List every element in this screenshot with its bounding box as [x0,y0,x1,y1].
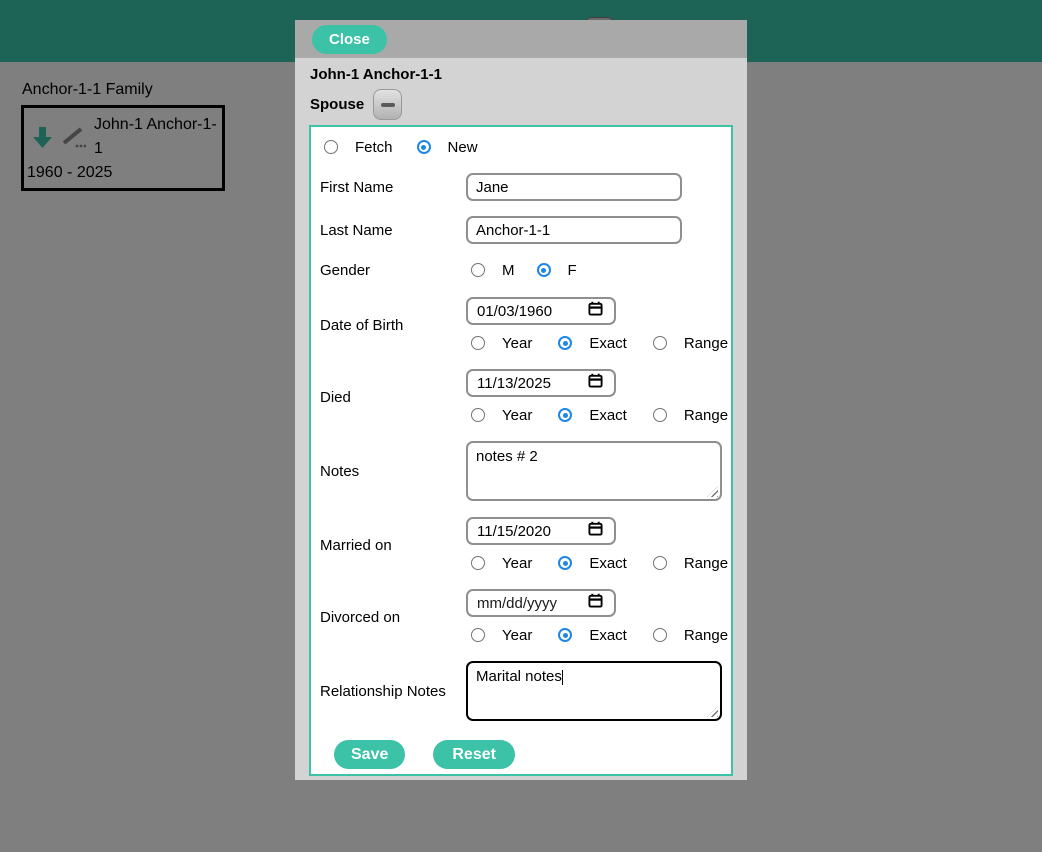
new-radio[interactable] [417,140,431,154]
died-exact-radio[interactable] [558,408,572,422]
calendar-icon[interactable] [588,301,603,321]
married-exact-radio[interactable] [558,556,572,570]
divorced-range-radio[interactable] [653,628,667,642]
divorced-exact-radio[interactable] [558,628,572,642]
gender-radio-group: M F [471,260,603,280]
divorced-on-date-input[interactable]: mm/dd/yyyy [466,589,616,617]
spouse-modal: Close John-1 Anchor-1-1 Spouse Fetch New… [295,20,747,780]
resize-handle-icon[interactable] [707,706,718,717]
collapse-minus-button[interactable] [373,89,402,120]
modal-headings: John-1 Anchor-1-1 Spouse [295,58,747,122]
date-of-birth-label: Date of Birth [320,297,466,353]
calendar-icon[interactable] [588,373,603,393]
fetch-radio[interactable] [324,140,338,154]
date-placeholder: mm/dd/yyyy [477,595,557,612]
dob-precision-group: Year Exact Range [471,333,728,353]
died-year-label: Year [502,407,532,424]
died-label: Died [320,369,466,425]
relationship-notes-textarea[interactable]: Marital notes [466,661,722,721]
close-button[interactable]: Close [312,25,387,54]
died-range-radio[interactable] [653,408,667,422]
dob-exact-label: Exact [589,335,627,352]
died-range-label: Range [684,407,728,424]
dob-range-label: Range [684,335,728,352]
first-name-label: First Name [320,173,466,201]
divorced-year-radio[interactable] [471,628,485,642]
dob-year-label: Year [502,335,532,352]
notes-label: Notes [320,441,466,501]
calendar-icon[interactable] [588,521,603,541]
dob-exact-radio[interactable] [558,336,572,350]
dob-range-radio[interactable] [653,336,667,350]
spouse-section-label: Spouse [310,96,364,113]
died-precision-group: Year Exact Range [471,405,728,425]
modal-person-title: John-1 Anchor-1-1 [310,66,747,83]
died-date-input[interactable]: 11/13/2025 [466,369,616,397]
married-on-date-input[interactable]: 11/15/2020 [466,517,616,545]
divorced-exact-label: Exact [589,627,627,644]
first-name-input[interactable]: Jane [466,173,682,201]
fetch-radio-label: Fetch [355,139,393,156]
calendar-icon[interactable] [588,593,603,613]
reset-button[interactable]: Reset [433,740,515,769]
married-year-label: Year [502,555,532,572]
divorced-range-label: Range [684,627,728,644]
resize-handle-icon[interactable] [707,486,718,497]
save-button[interactable]: Save [334,740,405,769]
died-exact-label: Exact [589,407,627,424]
married-range-radio[interactable] [653,556,667,570]
dob-year-radio[interactable] [471,336,485,350]
gender-male-label: M [502,262,515,279]
gender-female-radio[interactable] [537,263,551,277]
died-year-radio[interactable] [471,408,485,422]
minus-icon [381,103,395,107]
spouse-form: Fetch New First Name Jane Last Name Anch… [309,125,733,776]
married-exact-label: Exact [589,555,627,572]
last-name-input[interactable]: Anchor-1-1 [466,216,682,244]
married-year-radio[interactable] [471,556,485,570]
divorced-precision-group: Year Exact Range [471,625,728,645]
last-name-label: Last Name [320,216,466,244]
divorced-on-label: Divorced on [320,589,466,645]
married-precision-group: Year Exact Range [471,553,728,573]
notes-textarea[interactable]: notes # 2 [466,441,722,501]
married-range-label: Range [684,555,728,572]
date-of-birth-input[interactable]: 01/03/1960 [466,297,616,325]
mode-radio-group: Fetch New [324,137,722,157]
gender-female-label: F [568,262,577,279]
modal-topbar: Close [295,20,747,58]
married-on-label: Married on [320,517,466,573]
relationship-notes-label: Relationship Notes [320,661,466,721]
new-radio-label: New [448,139,478,156]
gender-male-radio[interactable] [471,263,485,277]
divorced-year-label: Year [502,627,532,644]
gender-label: Gender [320,260,466,280]
text-caret [562,670,563,685]
